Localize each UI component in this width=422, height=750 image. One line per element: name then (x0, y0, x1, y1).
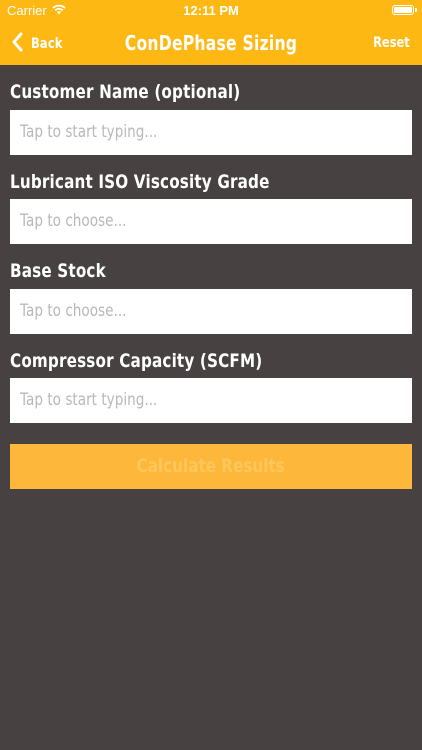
viscosity-grade-picker[interactable]: Tap to choose... (10, 199, 412, 244)
customer-name-label: Customer Name (optional) (10, 81, 241, 103)
reset-button[interactable]: Reset (373, 22, 410, 65)
status-bar: Carrier 12:11 PM (0, 0, 422, 22)
calculate-results-label: Calculate Results (136, 455, 286, 477)
customer-name-placeholder: Tap to start typing... (20, 122, 158, 142)
base-stock-label: Base Stock (10, 260, 106, 282)
battery-icon (392, 5, 417, 15)
navigation-bar: Back ConDePhase Sizing Reset (0, 22, 422, 65)
base-stock-picker[interactable]: Tap to choose... (10, 289, 412, 334)
viscosity-grade-placeholder: Tap to choose... (20, 211, 127, 231)
screen: Carrier 12:11 PM Back ConDePhase Sizing … (0, 0, 422, 750)
page-title: ConDePhase Sizing (124, 31, 298, 55)
customer-name-field[interactable]: Tap to start typing... (10, 110, 412, 155)
compressor-capacity-placeholder: Tap to start typing... (20, 390, 158, 410)
chevron-left-icon (11, 32, 23, 56)
viscosity-grade-label: Lubricant ISO Viscosity Grade (10, 171, 270, 193)
calculate-results-button[interactable]: Calculate Results (10, 444, 412, 489)
base-stock-placeholder: Tap to choose... (20, 301, 127, 321)
compressor-capacity-field[interactable]: Tap to start typing... (10, 378, 412, 423)
compressor-capacity-label: Compressor Capacity (SCFM) (10, 350, 263, 372)
status-time: 12:11 PM (183, 3, 239, 18)
